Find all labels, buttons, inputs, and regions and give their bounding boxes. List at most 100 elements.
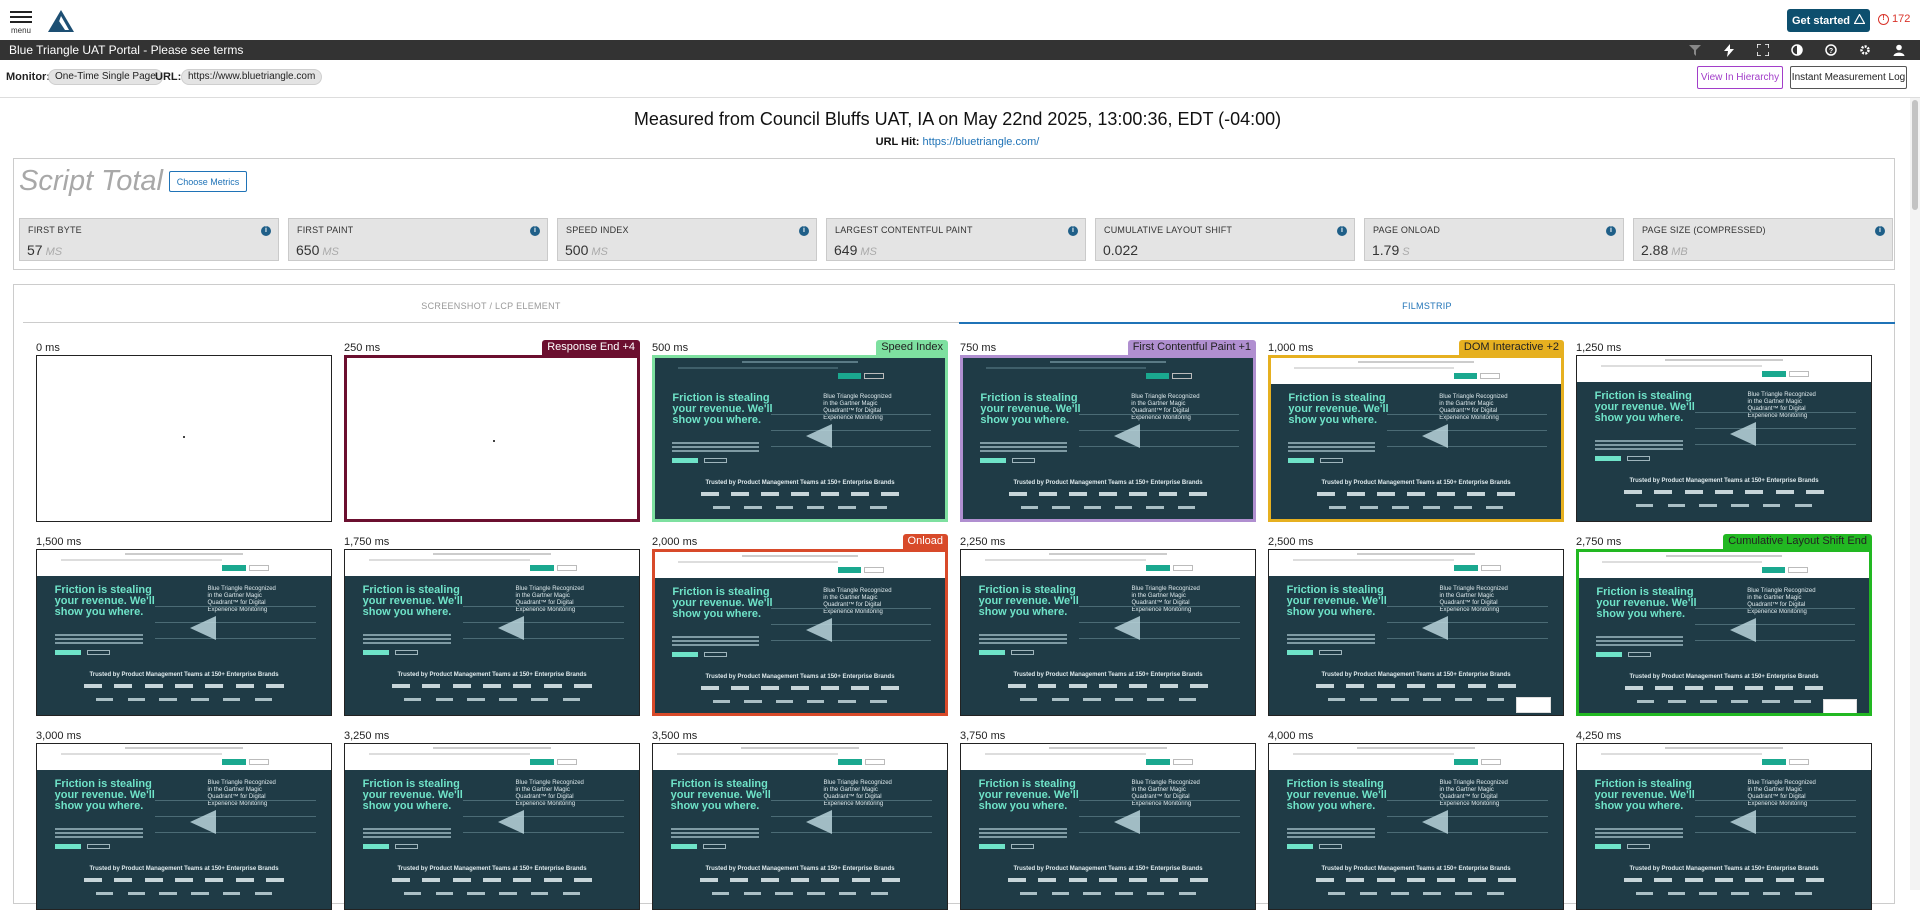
monitor-chip[interactable]: One-Time Single Page [48, 69, 163, 85]
blue-triangle-logo[interactable] [47, 9, 75, 33]
frame-screenshot[interactable]: Friction is stealing your revenue. We'll… [1576, 743, 1872, 910]
contrast-icon[interactable] [1780, 42, 1814, 58]
url-chip[interactable]: https://www.bluetriangle.com [181, 69, 323, 85]
frame-screenshot[interactable]: Friction is stealing your revenue. We'll… [960, 355, 1256, 522]
brand-logos [1624, 878, 1824, 882]
hero-side-text: Blue Triangle Recognized in the Gartner … [823, 394, 892, 421]
blank-page-dot [493, 440, 495, 442]
tab-filmstrip[interactable]: FILMSTRIP [959, 301, 1895, 323]
filmstrip-frame[interactable]: 1,750 ms Friction is stealing your revenu… [344, 536, 640, 722]
info-icon[interactable]: i [1875, 226, 1885, 236]
frame-screenshot[interactable] [344, 355, 640, 522]
filmstrip-frame[interactable]: 3,500 ms Friction is stealing your revenu… [652, 730, 948, 916]
filmstrip-frame[interactable]: 1,000 ms DOM Interactive +2 Friction is st… [1268, 340, 1564, 528]
get-started-button[interactable]: Get started [1787, 9, 1870, 32]
info-icon[interactable]: i [1337, 226, 1347, 236]
view-in-hierarchy-button[interactable]: View In Hierarchy [1697, 66, 1783, 89]
metric-number: 1.79 [1372, 242, 1400, 258]
filmstrip-frame[interactable]: 2,500 ms Friction is stealing your revenu… [1268, 536, 1564, 722]
fullscreen-icon[interactable] [1746, 42, 1780, 58]
metric-label: LARGEST CONTENTFUL PAINT [835, 225, 973, 235]
filmstrip-frame[interactable]: 2,000 ms Onload Friction is stealing your … [652, 534, 948, 722]
frame-screenshot[interactable]: Friction is stealing your revenue. We'll… [1268, 355, 1564, 522]
brand-logos [1625, 686, 1823, 690]
frame-screenshot[interactable]: Friction is stealing your revenue. We'll… [1576, 549, 1872, 716]
hero-headline: Friction is stealing your revenue. We'll… [54, 584, 155, 618]
frame-screenshot[interactable]: Friction is stealing your revenue. We'll… [1268, 549, 1564, 716]
user-icon[interactable] [1882, 42, 1916, 58]
triangle-graphic [805, 424, 832, 448]
metric-unit: MS [591, 246, 608, 258]
frame-screenshot[interactable]: Friction is stealing your revenue. We'll… [652, 355, 948, 522]
filter-icon[interactable] [1678, 42, 1712, 58]
metric-label: CUMULATIVE LAYOUT SHIFT [1104, 225, 1233, 235]
hero-trusted-text: Trusted by Product Management Teams at 1… [1321, 480, 1511, 486]
filmstrip-frame[interactable]: 4,000 ms Friction is stealing your revenu… [1268, 730, 1564, 916]
site-hero: Friction is stealing your revenue. We'll… [1271, 384, 1561, 519]
frame-screenshot[interactable]: Friction is stealing your revenue. We'll… [652, 743, 948, 910]
filmstrip-frame[interactable]: 750 ms First Contentful Paint +1 Friction … [960, 340, 1256, 528]
url-hit-link[interactable]: https://bluetriangle.com/ [923, 136, 1040, 148]
frame-screenshot[interactable]: Friction is stealing your revenue. We'll… [1576, 355, 1872, 522]
hero-trusted-text: Trusted by Product Management Teams at 1… [1013, 866, 1203, 872]
info-icon[interactable]: i [1606, 226, 1616, 236]
instant-measurement-log-button[interactable]: Instant Measurement Log [1790, 66, 1907, 89]
menu-button[interactable]: menu [10, 8, 32, 35]
gear-icon[interactable] [1848, 42, 1882, 58]
brand-logos-row2 [403, 892, 581, 895]
info-icon[interactable]: i [799, 226, 809, 236]
help-icon[interactable]: ? [1814, 42, 1848, 58]
frame-timestamp: 1,500 ms [36, 536, 82, 548]
metric-number: 500 [565, 242, 589, 258]
frame-screenshot[interactable]: Friction is stealing your revenue. We'll… [344, 743, 640, 910]
site-hero: Friction is stealing your revenue. We'll… [1577, 382, 1871, 521]
alerts-indicator[interactable]: ! 172 [1878, 13, 1910, 25]
frame-timestamp: 250 ms [344, 342, 381, 354]
page-scrollbar[interactable] [1910, 98, 1920, 890]
filmstrip-frame[interactable]: 0 ms [36, 342, 332, 528]
hero-side-text: Blue Triangle Recognized in the Gartner … [1747, 780, 1816, 807]
brand-logos [1316, 684, 1516, 688]
filmstrip-frame[interactable]: 3,000 ms Friction is stealing your revenu… [36, 730, 332, 916]
metric-tile: PAGE SIZE (COMPRESSED) i 2.88 MB [1633, 218, 1893, 261]
filmstrip-frame[interactable]: 250 ms Response End +4 [344, 340, 640, 528]
hero-trusted-text: Trusted by Product Management Teams at 1… [1321, 866, 1511, 872]
triangle-graphic [805, 618, 832, 642]
frame-screenshot[interactable]: Friction is stealing your revenue. We'll… [36, 743, 332, 910]
filmstrip-frame[interactable]: 4,250 ms Friction is stealing your revenu… [1576, 730, 1872, 916]
metric-tile: FIRST PAINT i 650 MS [288, 218, 548, 261]
frame-screenshot[interactable] [36, 355, 332, 522]
brand-logos-row2 [1019, 892, 1197, 895]
frame-screenshot[interactable]: Friction is stealing your revenue. We'll… [960, 743, 1256, 910]
choose-metrics-button[interactable]: Choose Metrics [169, 171, 247, 192]
metric-unit: MS [45, 246, 63, 258]
filmstrip-frame[interactable]: 1,250 ms Friction is stealing your revenu… [1576, 342, 1872, 528]
hero-headline: Friction is stealing your revenue. We'll… [670, 778, 771, 812]
info-icon[interactable]: i [261, 226, 271, 236]
site-hero: Friction is stealing your revenue. We'll… [1269, 770, 1563, 909]
filmstrip-frame[interactable]: 2,750 ms Cumulative Layout Shift End Frict… [1576, 534, 1872, 722]
frame-timestamp: 2,000 ms [652, 536, 698, 548]
frame-screenshot[interactable]: Friction is stealing your revenue. We'll… [1268, 743, 1564, 910]
bolt-icon[interactable] [1712, 42, 1746, 58]
frame-screenshot[interactable]: Friction is stealing your revenue. We'll… [652, 549, 948, 716]
filmstrip-frame[interactable]: 500 ms Speed Index Friction is stealing yo… [652, 340, 948, 528]
brand-logos [392, 878, 592, 882]
frame-timestamp: 3,500 ms [652, 730, 698, 742]
info-icon[interactable]: i [1068, 226, 1078, 236]
frame-screenshot[interactable]: Friction is stealing your revenue. We'll… [960, 549, 1256, 716]
filmstrip-frame[interactable]: 3,250 ms Friction is stealing your revenu… [344, 730, 640, 916]
site-hero: Friction is stealing your revenue. We'll… [345, 770, 639, 909]
filmstrip-frame[interactable]: 1,500 ms Friction is stealing your revenu… [36, 536, 332, 722]
metric-label: FIRST BYTE [28, 225, 82, 235]
frame-screenshot[interactable]: Friction is stealing your revenue. We'll… [36, 549, 332, 716]
get-started-label: Get started [1791, 14, 1851, 27]
filmstrip-frame[interactable]: 2,250 ms Friction is stealing your revenu… [960, 536, 1256, 722]
metric-tile: LARGEST CONTENTFUL PAINT i 649 MS [826, 218, 1086, 261]
info-icon[interactable]: i [530, 226, 540, 236]
brand-logos-row2 [1635, 892, 1813, 895]
filmstrip-frame[interactable]: 3,750 ms Friction is stealing your revenu… [960, 730, 1256, 916]
hero-headline: Friction is stealing your revenue. We'll… [1288, 392, 1389, 426]
frame-screenshot[interactable]: Friction is stealing your revenue. We'll… [344, 549, 640, 716]
tab-screenshot-lcp[interactable]: SCREENSHOT / LCP ELEMENT [23, 301, 959, 323]
